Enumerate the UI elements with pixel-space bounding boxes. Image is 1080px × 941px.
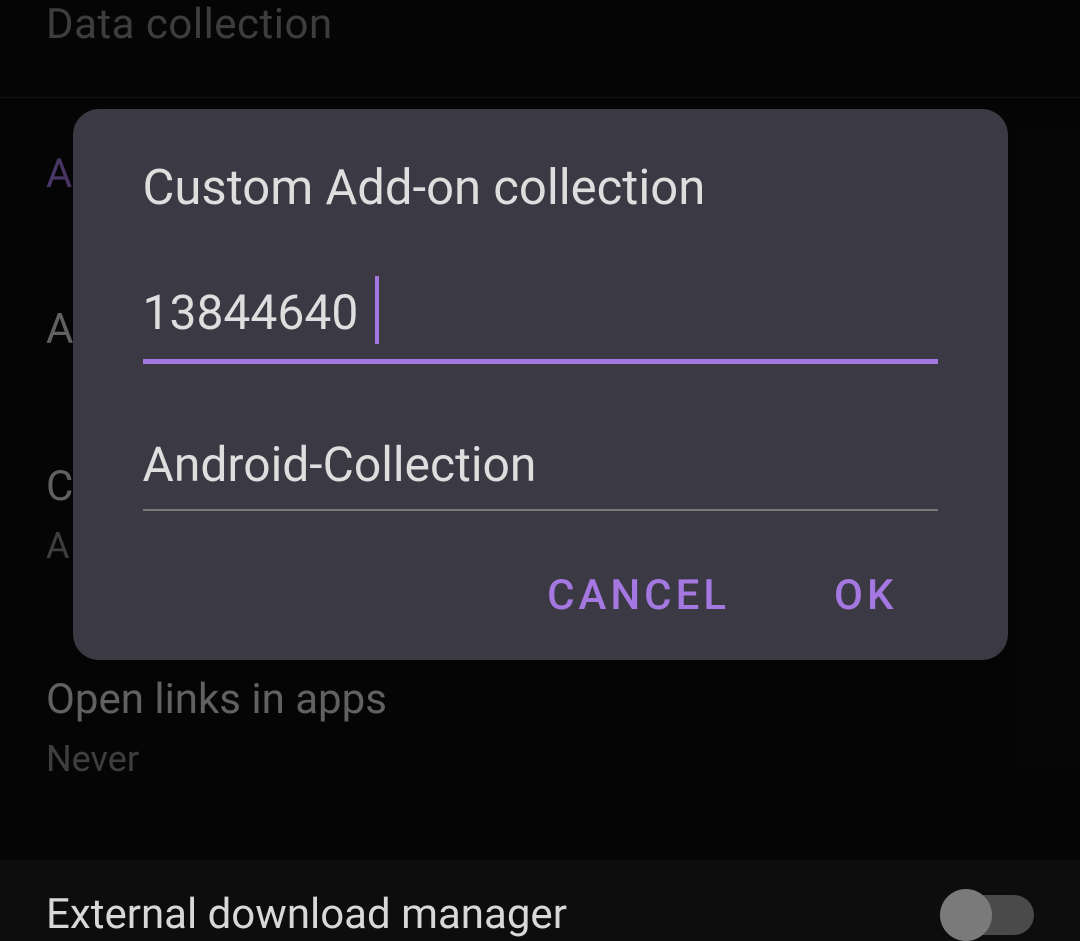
setting-item-download-manager[interactable]: External download manager bbox=[46, 890, 1034, 939]
toggle-knob bbox=[940, 889, 992, 941]
dialog-actions: CANCEL OK bbox=[143, 571, 938, 620]
collection-owner-input[interactable] bbox=[143, 272, 938, 364]
input-wrapper-collection bbox=[143, 424, 938, 511]
dialog-title: Custom Add-on collection bbox=[143, 159, 938, 216]
text-cursor bbox=[375, 276, 379, 344]
addon-collection-dialog: Custom Add-on collection CANCEL OK bbox=[73, 109, 1008, 660]
ok-button[interactable]: OK bbox=[834, 571, 897, 620]
toggle-switch[interactable] bbox=[944, 895, 1034, 935]
setting-title: External download manager bbox=[46, 890, 567, 939]
cancel-button[interactable]: CANCEL bbox=[547, 571, 730, 620]
input-wrapper-owner bbox=[143, 272, 938, 364]
collection-name-input[interactable] bbox=[143, 424, 938, 511]
dialog-overlay: Custom Add-on collection CANCEL OK bbox=[0, 0, 1080, 860]
